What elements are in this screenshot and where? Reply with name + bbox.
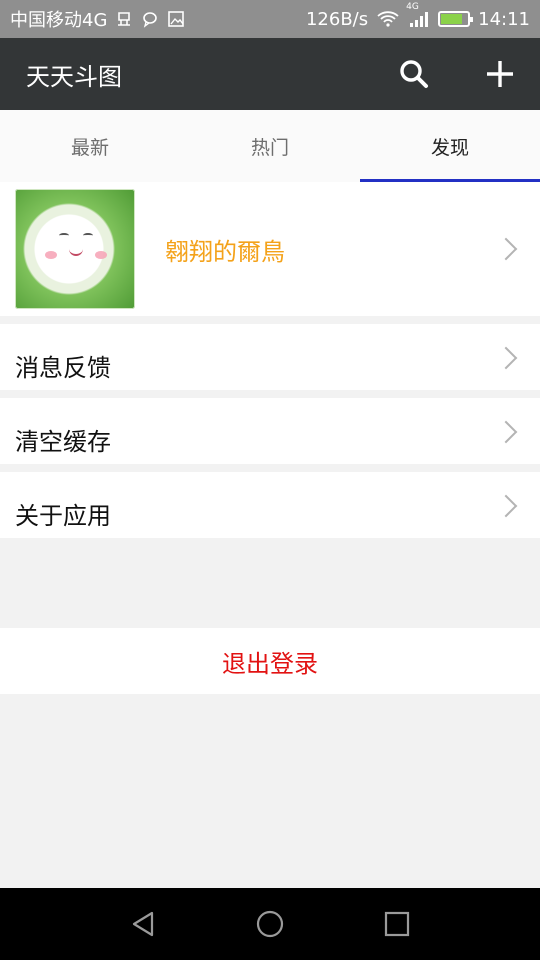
chevron-right-icon [494,420,518,444]
avatar-cheek-left [45,251,57,259]
add-icon [487,61,513,87]
menu-item-about[interactable]: 关于应用 [0,472,540,538]
profile-row[interactable]: 翱翔的爾鳥 [0,182,540,316]
battery-level [441,14,462,24]
status-left: 中国移动4G [10,6,185,32]
search-button[interactable] [396,56,432,92]
tab-discover[interactable]: 发现 [360,110,540,182]
search-icon [400,60,428,88]
tab-latest[interactable]: 最新 [0,110,180,182]
recents-button[interactable] [367,894,427,954]
network-speed: 126B/s [305,8,369,30]
home-button[interactable] [240,894,300,954]
avatar-mouth [69,249,83,256]
back-icon [133,911,154,937]
avatar-cheek-right [95,251,107,259]
menu-item-label: 清空缓存 [15,427,111,456]
carrier-label: 中国移动4G [10,10,108,31]
avatar-eye-left [59,233,69,238]
network-badge: 4G [406,2,419,12]
menu-item-clear-cache[interactable]: 清空缓存 [0,398,540,464]
chevron-right-icon [494,494,518,518]
menu-item-label: 消息反馈 [15,353,111,382]
clock: 14:11 [478,8,530,30]
message-icon [141,10,159,28]
image-icon [167,10,185,28]
usb-icon [115,10,133,28]
chevron-right-icon [494,346,518,370]
menu-item-feedback[interactable]: 消息反馈 [0,324,540,390]
menu-item-label: 关于应用 [15,501,111,530]
recents-icon [384,911,409,937]
app-title: 天天斗图 [26,62,122,91]
home-icon [256,910,284,938]
profile-name: 翱翔的爾鳥 [165,237,285,266]
avatar-eye-right [83,233,93,238]
battery-icon [438,11,474,27]
tab-bar: 最新 热门 发现 [0,110,540,182]
chevron-right-icon [494,237,518,261]
app-actions [396,56,518,92]
add-button[interactable] [482,56,518,92]
status-bar: 中国移动4G 126B/s 4G 14:11 [0,0,540,38]
back-button[interactable] [113,894,173,954]
tab-hot[interactable]: 热门 [180,110,360,182]
logout-button[interactable]: 退出登录 [0,628,540,694]
signal-icon: 4G [406,2,430,28]
wifi-icon [376,10,400,28]
app-bar: 天天斗图 [0,38,540,110]
avatar [15,189,135,309]
status-right: 126B/s 4G 14:11 [305,2,530,30]
system-nav-bar [0,888,540,960]
